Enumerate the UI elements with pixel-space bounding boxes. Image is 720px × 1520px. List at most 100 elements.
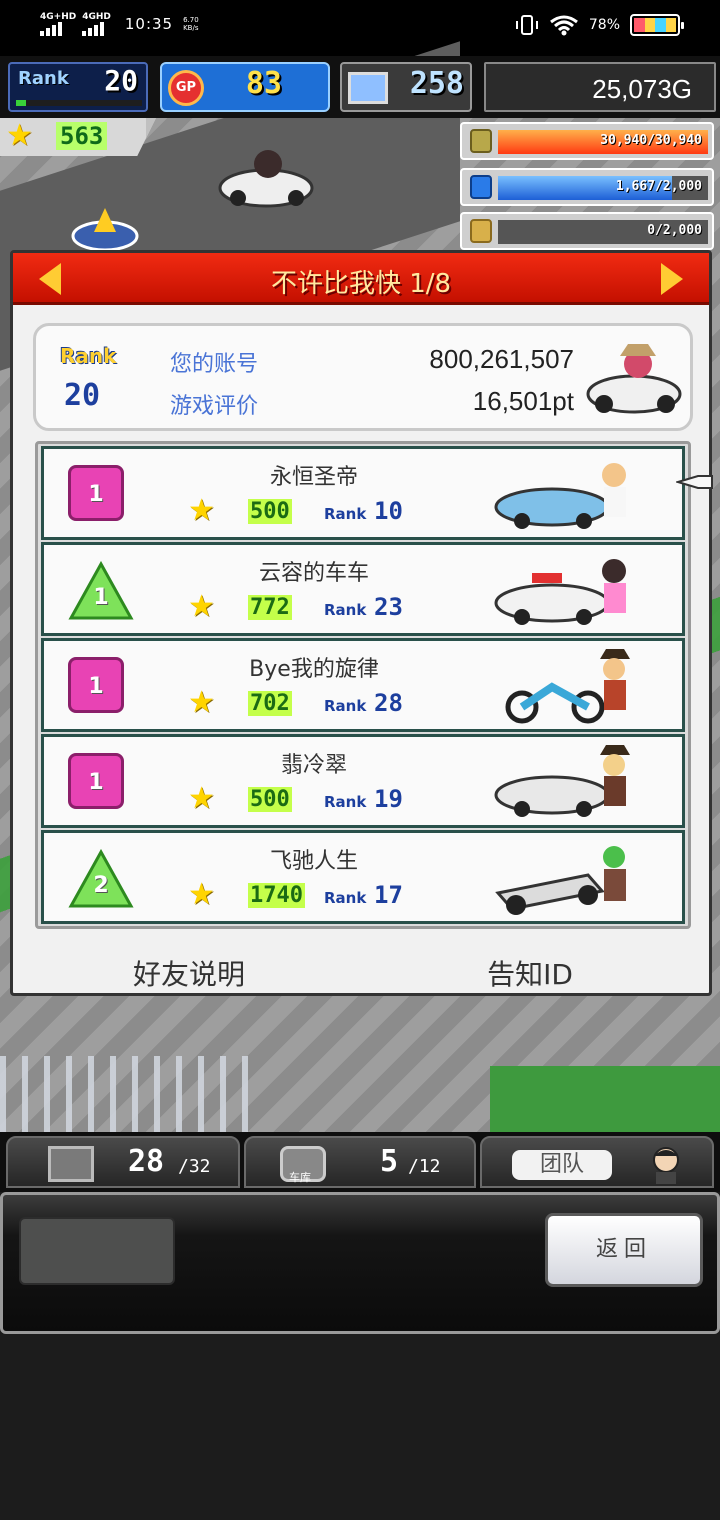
battery-icon [630, 14, 684, 36]
friend-row[interactable]: 2 飞驰人生 ★ 1740 Rank 17 [41, 830, 685, 924]
garage-label: 车库 [289, 1171, 311, 1184]
coin-stack-icon [470, 129, 492, 153]
resource-text: 0/2,000 [647, 223, 702, 238]
friend-name: Bye我的旋律 [249, 657, 379, 682]
badge-number: 1 [88, 674, 104, 699]
friend-row[interactable]: 1 Bye我的旋律 ★ 702 Rank 28 [41, 638, 685, 732]
friend-rank-label: Rank [324, 697, 367, 715]
star-icon: ★ [188, 493, 215, 528]
badge-number: 1 [93, 585, 109, 610]
friend-fans: 772 [248, 595, 292, 620]
star-icon: ★ [188, 589, 215, 624]
friend-name: 永恒圣帝 [269, 465, 358, 490]
signal-icon [82, 22, 105, 36]
gp-display[interactable]: GP 83 [160, 62, 330, 112]
badge-number: 1 [88, 482, 104, 507]
friend-fans: 500 [248, 499, 292, 524]
status-left: 4G+HD 4GHD 10:35 6.70 KB/s [40, 12, 199, 36]
resource-wheat-bar[interactable]: 0/2,000 [460, 212, 714, 250]
friend-fans: 1740 [248, 883, 305, 908]
crate-icon [48, 1146, 94, 1182]
star-icon: ★ [188, 781, 215, 816]
rank-label: Rank [18, 68, 69, 89]
signal-icon [40, 22, 62, 36]
network-2-label: 4GHD [82, 12, 111, 22]
friend-row[interactable]: 1 翡冷翠 ★ 500 Rank 19 [41, 734, 685, 828]
clock: 10:35 [124, 15, 174, 33]
network-1-label: 4G+HD [40, 12, 77, 22]
status-right: 78% [515, 14, 684, 36]
friend-row[interactable]: 1 云容的车车 ★ 772 Rank 23 [41, 542, 685, 636]
my-account-card: Rank 20 您的账号 800,261,507 游戏评价 16,501pt [33, 323, 693, 431]
friend-rank-label: Rank [324, 793, 367, 811]
resource-bar-track: 0/2,000 [498, 220, 708, 244]
network-1: 4G+HD [40, 12, 76, 36]
net-speed-unit: KB/s [183, 24, 199, 32]
rank-value: 20 [104, 64, 138, 97]
tab-garage[interactable]: 车库 5 /12 [244, 1136, 476, 1188]
friend-rank-value: 23 [374, 593, 403, 621]
badge-number: 2 [93, 873, 109, 898]
friend-car-avatar [494, 745, 630, 817]
tab-team[interactable]: 团队 [480, 1136, 714, 1188]
friend-bike-avatar [505, 649, 630, 724]
car-sprite [218, 150, 314, 208]
trophy-marker [71, 208, 139, 252]
friend-rank-label: Rank [324, 889, 367, 907]
wifi-icon [549, 15, 578, 36]
net-speed-value: 6.70 [183, 16, 199, 24]
resource-money-bar[interactable]: 30,940/30,940 [460, 122, 714, 160]
empty-slot [19, 1217, 175, 1285]
account-id-value: 800,261,507 [429, 344, 574, 374]
account-rank-label: Rank [60, 344, 117, 368]
rank-display[interactable]: Rank 20 [8, 62, 148, 112]
dialog-title: 不许比我快 1/8 [270, 269, 452, 299]
friend-rank-label: Rank [324, 505, 367, 523]
garage-icon: 车库 [280, 1146, 326, 1184]
friend-rank-value: 10 [374, 497, 403, 525]
badge-label-wrap: 2 [68, 849, 134, 909]
fans-display[interactable]: ★ 563 [0, 118, 156, 156]
star-icon: ★ [6, 118, 33, 153]
resource-fuel-bar[interactable]: 1,667/2,000 [460, 168, 714, 206]
rating-value: 16,501pt [472, 386, 574, 416]
account-rank-value: 20 [64, 378, 101, 413]
fans-value: 563 [56, 122, 108, 150]
gp-value: 83 [245, 66, 282, 101]
next-page-arrow-icon[interactable] [661, 263, 683, 295]
garage-count: 5 [380, 1144, 399, 1179]
status-bar: 4G+HD 4GHD 10:35 6.70 KB/s 78% [0, 0, 720, 56]
friend-row[interactable]: 1 永恒圣帝 ★ 500 Rank 10 [41, 446, 685, 540]
friend-fans: 702 [248, 691, 292, 716]
research-display[interactable]: 258 [340, 62, 472, 112]
resource-text: 1,667/2,000 [615, 179, 702, 194]
rank-badge-square: 1 [68, 657, 124, 713]
share-id-button[interactable]: 告知ID [487, 953, 573, 993]
empty-area [0, 1334, 720, 1520]
gp-icon: GP [168, 70, 204, 106]
friend-rank-value: 17 [374, 881, 403, 909]
pointing-hand-icon [676, 475, 713, 489]
badge-number: 1 [88, 770, 104, 795]
research-value: 258 [409, 66, 464, 101]
rank-badge-square: 1 [68, 465, 124, 521]
dialog-header: 不许比我快 1/8 [13, 253, 709, 305]
team-member-icon [653, 1147, 679, 1184]
account-id-label: 您的账号 [170, 352, 259, 377]
money-value: 25,073G [592, 74, 692, 104]
rank-progress-bar [16, 100, 142, 106]
star-icon: ★ [188, 685, 215, 720]
vibrate-icon [515, 15, 538, 35]
battery-percent: 78% [588, 17, 620, 33]
friend-help-button[interactable]: 好友说明 [133, 953, 245, 993]
fuel-can-icon [470, 175, 492, 199]
back-button[interactable]: 返回 [545, 1213, 703, 1287]
money-display[interactable]: 25,073G [484, 62, 716, 112]
top-hud: Rank 20 GP 83 258 25,073G [0, 56, 720, 118]
net-speed: 6.70 KB/s [183, 16, 199, 32]
tab-materials[interactable]: 28 /32 [6, 1136, 240, 1188]
friend-name: 云容的车车 [258, 561, 369, 586]
friend-car-avatar [494, 463, 626, 529]
materials-count: 28 [128, 1144, 165, 1179]
computer-icon [348, 72, 388, 104]
